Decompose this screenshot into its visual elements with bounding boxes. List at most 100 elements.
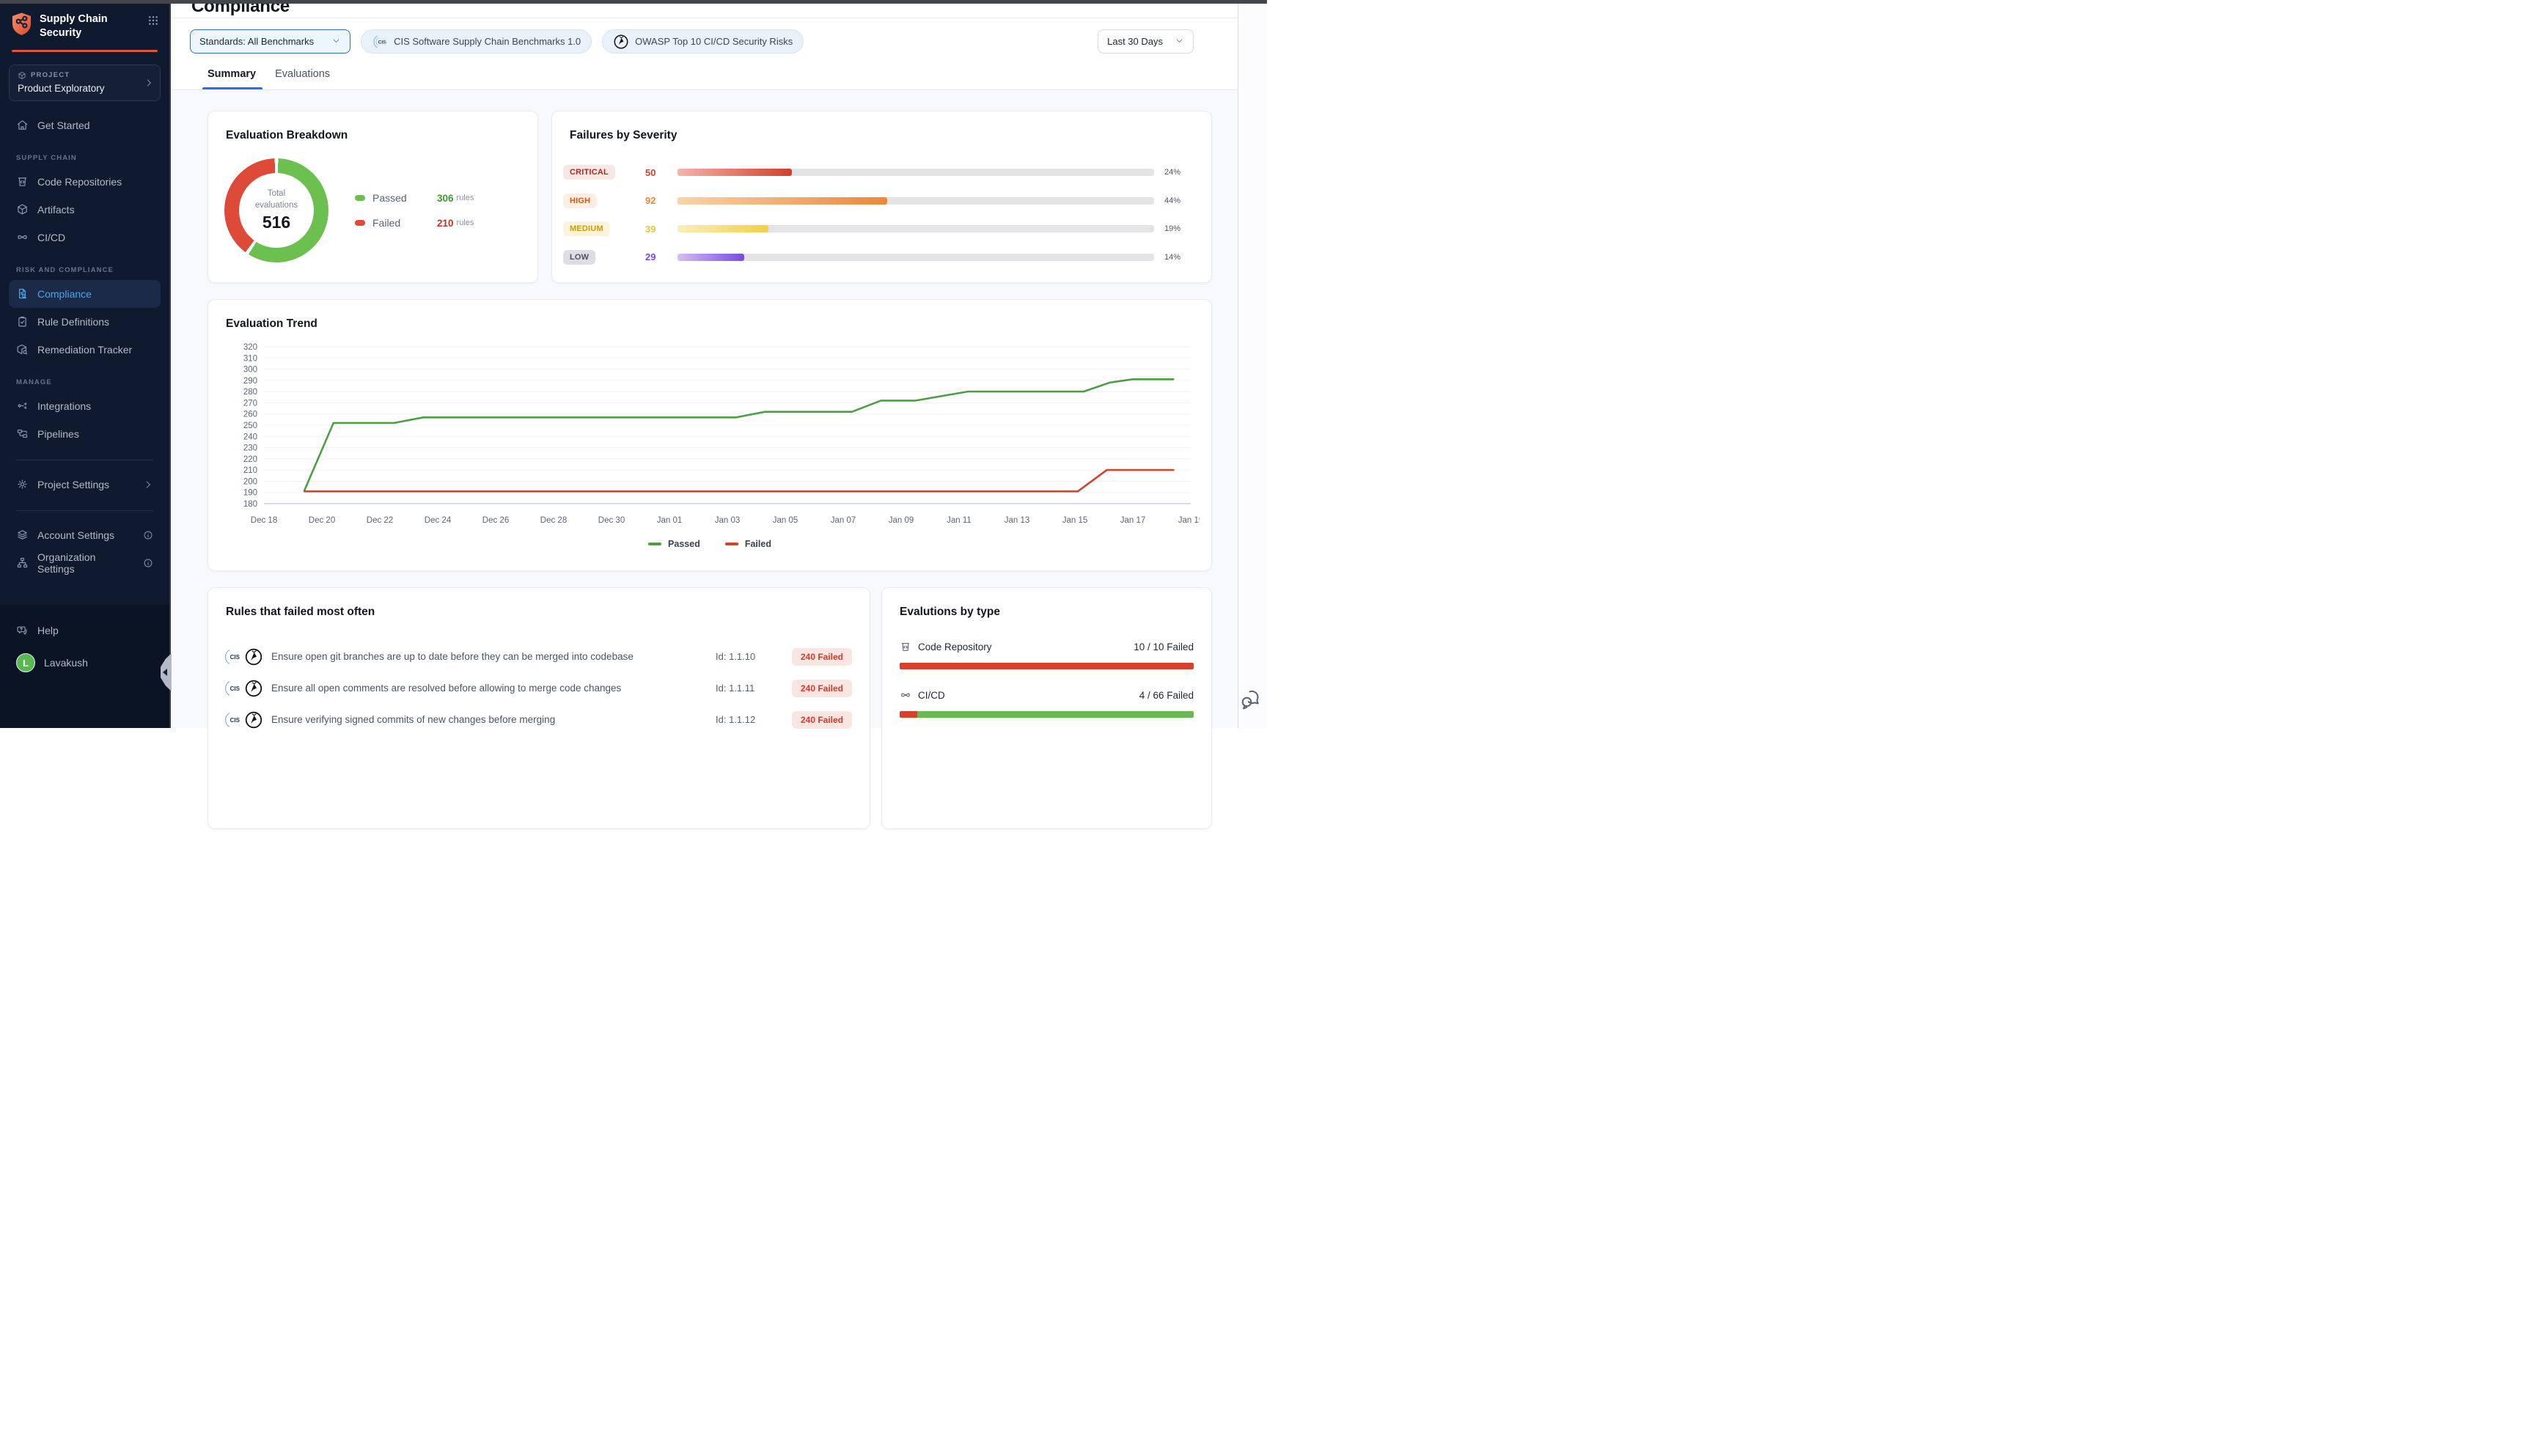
svg-text:Dec 26: Dec 26 xyxy=(482,516,509,525)
scrollbar-track[interactable] xyxy=(1238,4,1267,728)
rule-row[interactable]: CIS Ensure verifying signed commits of n… xyxy=(223,704,852,735)
tab-summary[interactable]: Summary xyxy=(208,68,256,89)
avatar: L xyxy=(16,653,35,672)
rule-row[interactable]: CIS Ensure open git branches are up to d… xyxy=(223,641,852,672)
info-icon[interactable] xyxy=(143,558,153,568)
sidebar-item-organization-settings[interactable]: Organization Settings xyxy=(9,549,161,577)
collapse-arrow-icon xyxy=(163,669,167,676)
code-repository-icon xyxy=(16,175,29,188)
evaluation-trend-chart: 1801902002102202302402502602702802903003… xyxy=(208,331,1211,530)
sidebar-footer: Help L Lavakush xyxy=(0,605,169,728)
chevron-down-icon xyxy=(331,36,341,48)
type-status: 4 / 66 Failed xyxy=(1139,690,1194,701)
sidebar-item-label: Artifacts xyxy=(37,204,75,216)
severity-bar xyxy=(677,169,1154,176)
card-title: Rules that failed most often xyxy=(226,606,852,619)
svg-text:Jan 01: Jan 01 xyxy=(657,516,683,525)
cis-logo-icon: CIS xyxy=(223,679,242,698)
card-title: Failures by Severity xyxy=(570,129,1194,142)
sidebar-item-integrations[interactable]: Integrations xyxy=(9,392,161,420)
card-title: Evaluation Trend xyxy=(226,317,1194,331)
svg-text:190: 190 xyxy=(243,489,257,498)
svg-text:Jan 15: Jan 15 xyxy=(1062,516,1088,525)
cis-logo-icon: CIS xyxy=(223,647,242,666)
severity-bar xyxy=(677,225,1154,232)
rule-id: Id: 1.1.11 xyxy=(716,683,786,694)
evaluation-donut-chart: Totalevaluations 516 xyxy=(224,158,328,262)
box-icon xyxy=(16,203,29,216)
severity-count: 39 xyxy=(645,224,677,235)
cis-logo-icon: CIS xyxy=(223,710,242,729)
svg-text:Dec 28: Dec 28 xyxy=(540,516,567,525)
severity-badge: HIGH xyxy=(563,194,597,208)
chat-support-icon[interactable] xyxy=(1239,685,1263,712)
sidebar-item-project-settings[interactable]: Project Settings xyxy=(9,471,161,499)
evaluation-breakdown-card: Evaluation Breakdown Totalevaluations 51… xyxy=(208,111,538,283)
svg-text:Dec 20: Dec 20 xyxy=(309,516,335,525)
severity-count: 50 xyxy=(645,167,677,178)
tab-evaluations[interactable]: Evaluations xyxy=(275,68,330,89)
sidebar-item-help[interactable]: Help xyxy=(9,617,161,644)
sidebar-item-pipelines[interactable]: Pipelines xyxy=(9,420,161,448)
sidebar-item-get-started[interactable]: Get Started xyxy=(9,111,161,139)
rule-id: Id: 1.1.10 xyxy=(716,651,786,662)
svg-text:CIS: CIS xyxy=(230,685,240,692)
legend-passed: Passed 306 rules xyxy=(355,192,474,204)
sidebar-item-rule-definitions[interactable]: Rule Definitions xyxy=(9,308,161,336)
failed-dot-icon xyxy=(355,220,365,226)
filter-row: Standards: All Benchmarks CIS CIS Softwa… xyxy=(172,18,1238,54)
sidebar-item-cicd[interactable]: CI/CD xyxy=(9,224,161,251)
cube-icon xyxy=(18,71,26,80)
type-row-code-repository: Code Repository 10 / 10 Failed xyxy=(900,641,1194,669)
passed-dot-icon xyxy=(355,195,365,201)
evaluation-trend-card: Evaluation Trend 18019020021022023024025… xyxy=(208,299,1212,571)
svg-text:CIS: CIS xyxy=(378,40,387,45)
sidebar-item-code-repositories[interactable]: Code Repositories xyxy=(9,168,161,196)
chevron-right-icon xyxy=(143,479,153,490)
benchmark-chip-cis[interactable]: CIS CIS Software Supply Chain Benchmarks… xyxy=(361,29,592,54)
severity-percent: 14% xyxy=(1154,253,1194,262)
project-label: PROJECT xyxy=(18,71,141,80)
benchmark-chip-owasp[interactable]: OWASP Top 10 CI/CD Security Risks xyxy=(602,29,804,54)
sidebar-item-account-settings[interactable]: Account Settings xyxy=(9,521,161,549)
help-chat-icon xyxy=(16,625,29,637)
severity-percent: 19% xyxy=(1154,224,1194,233)
sidebar-item-artifacts[interactable]: Artifacts xyxy=(9,196,161,224)
legend-failed: Failed 210 rules xyxy=(355,217,474,229)
owasp-logo-icon xyxy=(244,710,263,729)
svg-text:180: 180 xyxy=(243,500,257,509)
owasp-logo-icon xyxy=(613,34,629,50)
sidebar-user[interactable]: L Lavakush xyxy=(9,649,161,677)
app-title: Supply Chain Security xyxy=(40,12,108,40)
severity-percent: 44% xyxy=(1154,196,1194,205)
sidebar-item-label: Organization Settings xyxy=(37,551,134,575)
standards-filter-select[interactable]: Standards: All Benchmarks xyxy=(190,29,350,54)
svg-text:Dec 24: Dec 24 xyxy=(425,516,452,525)
sidebar-item-compliance[interactable]: Compliance xyxy=(9,280,161,308)
svg-text:Jan 05: Jan 05 xyxy=(773,516,798,525)
sidebar-item-label: Rule Definitions xyxy=(37,316,109,328)
info-icon[interactable] xyxy=(143,530,153,540)
app-switcher-grid-icon[interactable] xyxy=(147,12,159,30)
breakdown-legend: Passed 306 rules Failed 210 rules xyxy=(355,192,474,229)
svg-text:250: 250 xyxy=(243,422,257,430)
user-name: Lavakush xyxy=(44,657,88,669)
page-title: Compliance xyxy=(172,4,1238,17)
divider xyxy=(16,510,153,511)
svg-text:320: 320 xyxy=(243,343,257,352)
layers-icon xyxy=(16,529,29,541)
card-title: Evalutions by type xyxy=(900,606,1194,619)
svg-text:300: 300 xyxy=(243,366,257,375)
svg-text:310: 310 xyxy=(243,354,257,363)
rule-row[interactable]: CIS Ensure all open comments are resolve… xyxy=(223,672,852,704)
sidebar-item-remediation-tracker[interactable]: Remediation Tracker xyxy=(9,336,161,364)
nav-section-supply-chain: SUPPLY CHAIN xyxy=(9,154,161,162)
svg-text:Jan 07: Jan 07 xyxy=(831,516,856,525)
card-title: Evaluation Breakdown xyxy=(226,129,520,142)
page-header: Compliance Standards: All Benchmarks CIS… xyxy=(172,4,1238,90)
sidebar: Supply Chain Security PROJECT Product Ex… xyxy=(0,0,171,728)
project-selector[interactable]: PROJECT Product Exploratory xyxy=(9,65,161,101)
evaluations-by-type-card: Evalutions by type Code Repository 10 / … xyxy=(881,587,1212,829)
date-range-select[interactable]: Last 30 Days xyxy=(1098,29,1194,54)
failures-by-severity-card: Failures by Severity CRITICAL 50 24% HIG… xyxy=(551,111,1212,283)
